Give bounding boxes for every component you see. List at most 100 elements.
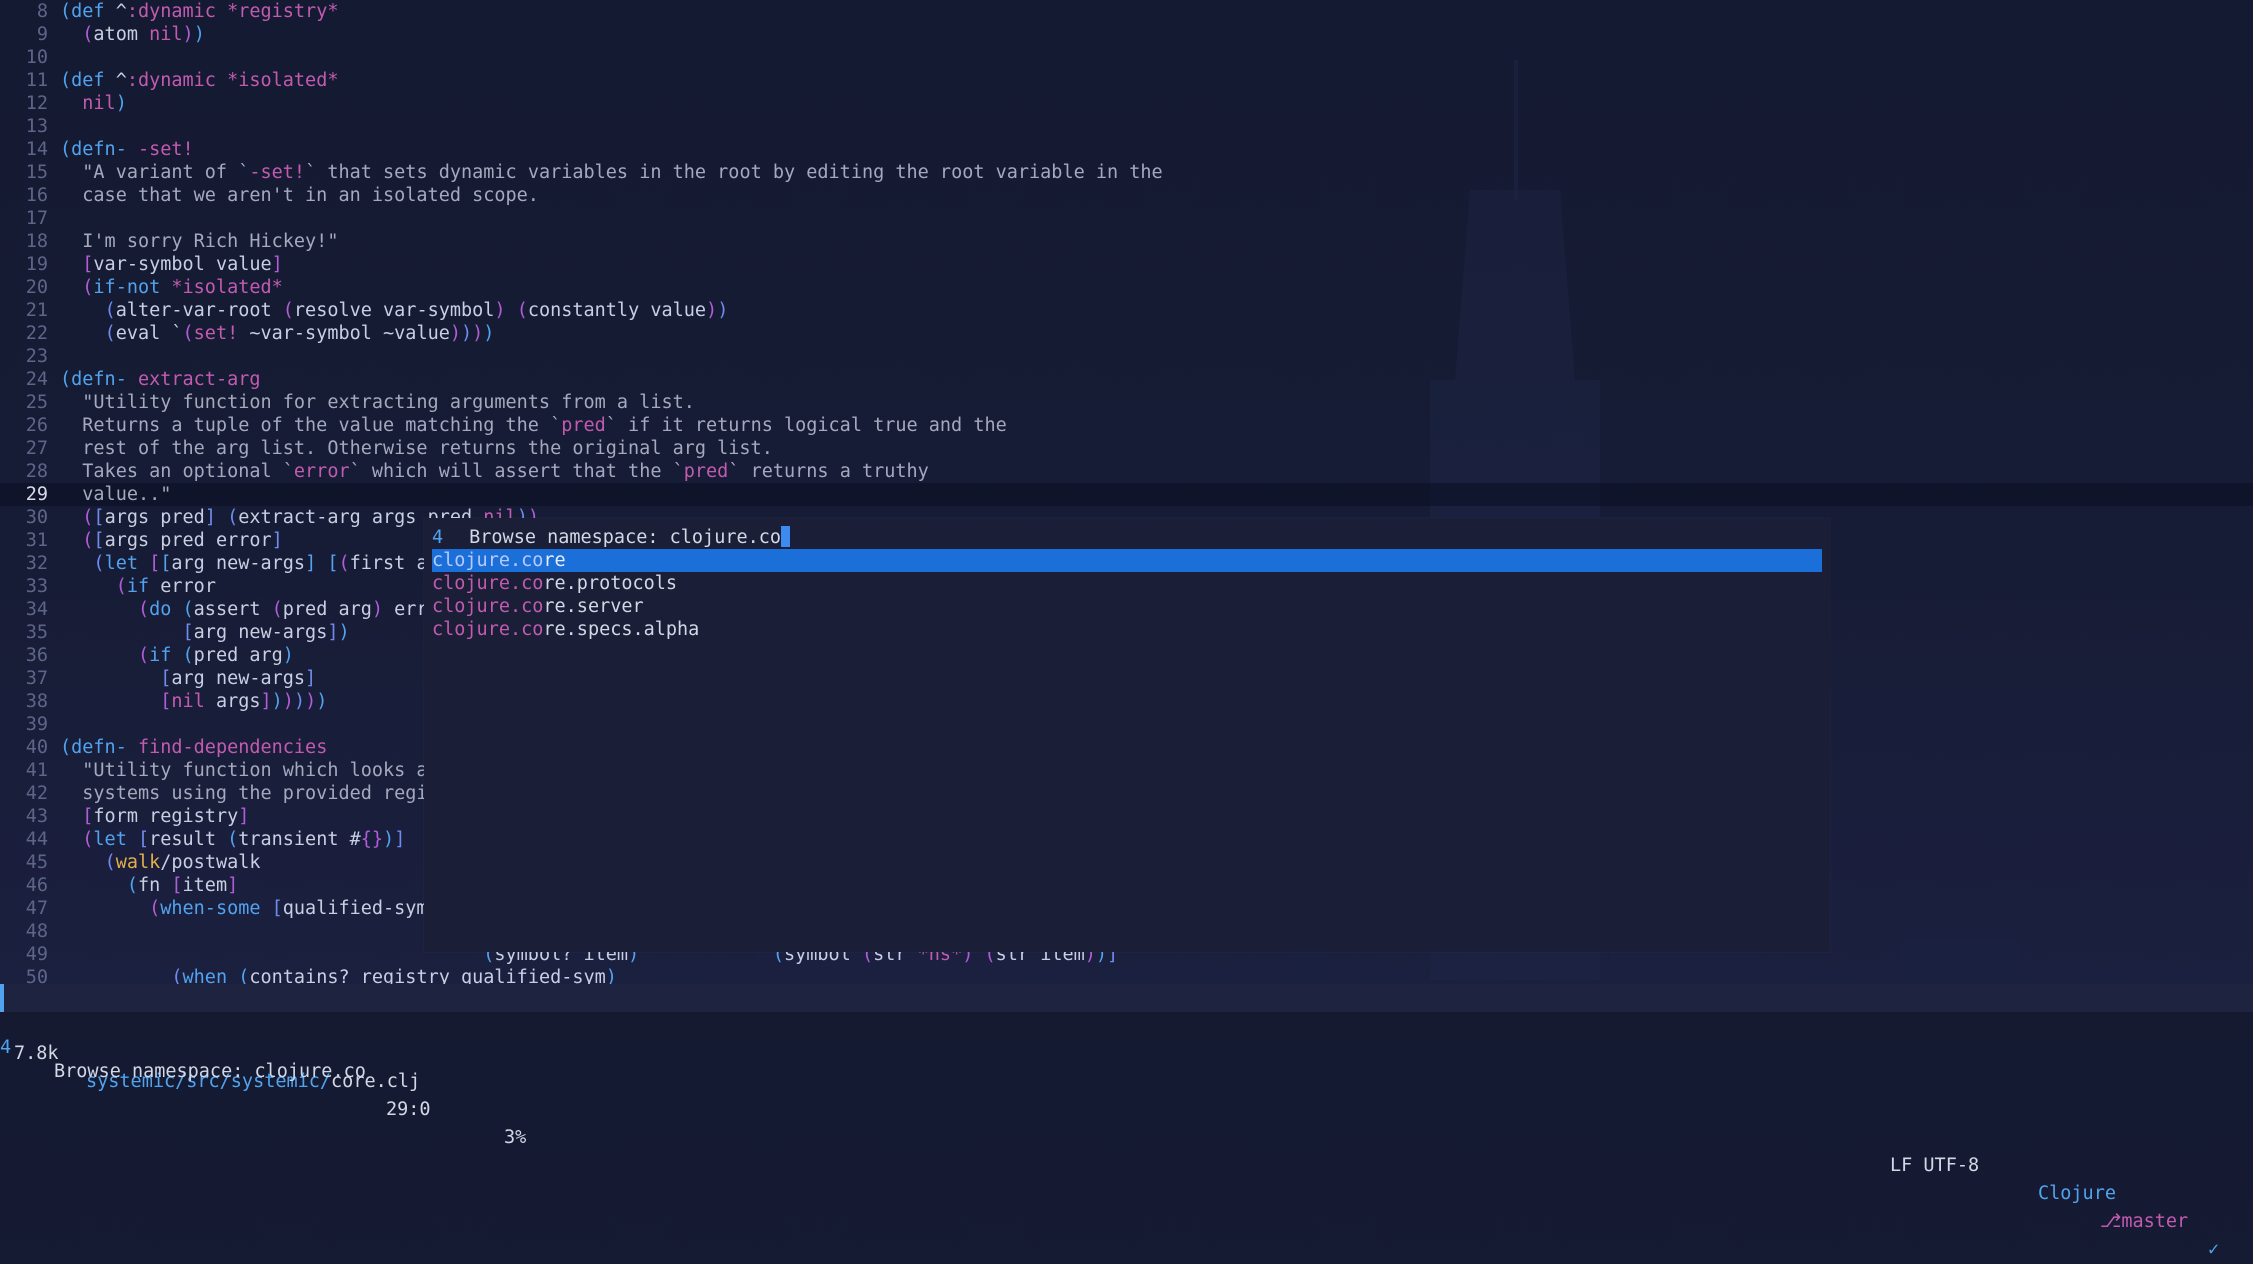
namespace-completion-popup[interactable]: 4 Browse namespace: clojure.co clojure.co… bbox=[424, 518, 1830, 952]
code-line[interactable]: 10 bbox=[0, 46, 2253, 69]
line-number: 46 bbox=[25, 875, 48, 896]
line-code[interactable]: (def ^:dynamic *isolated* bbox=[60, 69, 338, 92]
candidate-match-text: clojure.co bbox=[432, 573, 544, 594]
line-number: 24 bbox=[25, 369, 48, 390]
line-code[interactable]: (let [result (transient #{})] bbox=[60, 828, 405, 851]
line-number: 42 bbox=[25, 783, 48, 804]
code-line[interactable]: 26 Returns a tuple of the value matching… bbox=[0, 414, 2253, 437]
line-code[interactable]: [arg new-args]) bbox=[60, 621, 350, 644]
line-code[interactable]: nil) bbox=[60, 92, 127, 115]
completion-prompt[interactable]: 4 Browse namespace: clojure.co bbox=[432, 526, 791, 549]
candidate-count: 4 bbox=[432, 527, 444, 548]
code-line[interactable]: 28 Takes an optional `error` which will … bbox=[0, 460, 2253, 483]
line-code[interactable]: (if (pred arg) bbox=[60, 644, 294, 667]
line-number: 23 bbox=[25, 346, 48, 367]
code-line[interactable]: 16 case that we aren't in an isolated sc… bbox=[0, 184, 2253, 207]
branch-name: master bbox=[2121, 1211, 2189, 1232]
line-number: 17 bbox=[25, 208, 48, 229]
completion-candidate[interactable]: clojure.core.server bbox=[432, 595, 1822, 618]
code-line[interactable]: 23 bbox=[0, 345, 2253, 368]
line-code[interactable]: (let [[arg new-args] [(first a bbox=[60, 552, 427, 575]
code-line[interactable]: 14 (defn- -set! bbox=[0, 138, 2253, 161]
line-code[interactable]: (defn- -set! bbox=[60, 138, 194, 161]
line-code[interactable]: (do (assert (pred arg) err bbox=[60, 598, 428, 621]
line-number: 34 bbox=[25, 599, 48, 620]
line-number: 21 bbox=[25, 300, 48, 321]
cursor-position: 29:0 bbox=[386, 1099, 431, 1120]
code-line[interactable]: 27 rest of the arg list. Otherwise retur… bbox=[0, 437, 2253, 460]
completion-candidate-selected[interactable]: clojure.core bbox=[432, 549, 1822, 572]
code-line[interactable]: 22 (eval `(set! ~var-symbol ~value)))) bbox=[0, 322, 2253, 345]
code-line[interactable]: 19 [var-symbol value] bbox=[0, 253, 2253, 276]
line-code[interactable]: (fn [item] bbox=[60, 874, 238, 897]
line-code[interactable]: Takes an optional `error` which will ass… bbox=[60, 460, 929, 483]
code-line[interactable]: 24 (defn- extract-arg bbox=[0, 368, 2253, 391]
line-code[interactable]: "A variant of `-set!` that sets dynamic … bbox=[60, 161, 1162, 184]
line-code[interactable]: ([args pred error] bbox=[60, 529, 283, 552]
line-number: 28 bbox=[25, 461, 48, 482]
line-code[interactable]: (defn- find-dependencies bbox=[60, 736, 327, 759]
code-line[interactable]: 11 (def ^:dynamic *isolated* bbox=[0, 69, 2253, 92]
code-line[interactable]: 12 nil) bbox=[0, 92, 2253, 115]
code-line[interactable]: 17 bbox=[0, 207, 2253, 230]
line-code[interactable]: [var-symbol value] bbox=[60, 253, 283, 276]
completion-candidate[interactable]: clojure.core.protocols bbox=[432, 572, 1822, 595]
line-code[interactable]: I'm sorry Rich Hickey!" bbox=[60, 230, 338, 253]
line-code[interactable]: (atom nil)) bbox=[60, 23, 205, 46]
minibuffer-count: 4 bbox=[0, 1037, 12, 1058]
candidate-rest-text: re.specs.alpha bbox=[543, 619, 700, 640]
line-number: 43 bbox=[25, 806, 48, 827]
line-code[interactable]: (if-not *isolated* bbox=[60, 276, 283, 299]
code-line[interactable]: 13 bbox=[0, 115, 2253, 138]
line-code[interactable]: (walk/postwalk bbox=[60, 851, 261, 874]
code-line[interactable]: 9 (atom nil)) bbox=[0, 23, 2253, 46]
code-line[interactable]: 29 value.." bbox=[0, 483, 2253, 506]
code-line[interactable]: 20 (if-not *isolated* bbox=[0, 276, 2253, 299]
line-number: 13 bbox=[25, 116, 48, 137]
minibuffer[interactable]: 4 Browse namespace: clojure.co bbox=[0, 1012, 2253, 1082]
prompt-input[interactable]: clojure.co bbox=[670, 527, 781, 548]
line-code[interactable]: value.." bbox=[60, 483, 171, 506]
line-code[interactable]: [form registry] bbox=[60, 805, 249, 828]
line-code[interactable]: rest of the arg list. Otherwise returns … bbox=[60, 437, 773, 460]
line-code[interactable]: [nil args]))))) bbox=[60, 690, 327, 713]
line-code[interactable]: (def ^:dynamic *registry* bbox=[60, 0, 338, 23]
line-number: 29 bbox=[25, 484, 48, 505]
line-number: 35 bbox=[25, 622, 48, 643]
line-number: 12 bbox=[25, 93, 48, 114]
line-number: 27 bbox=[25, 438, 48, 459]
line-number: 37 bbox=[25, 668, 48, 689]
major-mode[interactable]: Clojure bbox=[2038, 1180, 2116, 1208]
line-code[interactable]: systems using the provided regi bbox=[60, 782, 427, 805]
mode-line: 7.8k systemic/src/systemic/core.clj 29:0… bbox=[0, 984, 2253, 1260]
line-code[interactable]: (defn- extract-arg bbox=[60, 368, 261, 391]
code-line[interactable]: 18 I'm sorry Rich Hickey!" bbox=[0, 230, 2253, 253]
encoding-indicator[interactable]: LF UTF-8 bbox=[1890, 1152, 1979, 1180]
line-code[interactable]: case that we aren't in an isolated scope… bbox=[60, 184, 539, 207]
line-number: 11 bbox=[25, 70, 48, 91]
candidate-match-text: clojure.co bbox=[432, 619, 544, 640]
line-number: 31 bbox=[25, 530, 48, 551]
completion-candidate[interactable]: clojure.core.specs.alpha bbox=[432, 618, 1822, 641]
line-code[interactable]: (alter-var-root (resolve var-symbol) (co… bbox=[60, 299, 729, 322]
code-line[interactable]: 8 (def ^:dynamic *registry* bbox=[0, 0, 2253, 23]
prompt-label: Browse namespace: bbox=[469, 527, 659, 548]
line-code[interactable]: (eval `(set! ~var-symbol ~value)))) bbox=[60, 322, 495, 345]
line-number: 33 bbox=[25, 576, 48, 597]
line-code[interactable]: [arg new-args] bbox=[60, 667, 316, 690]
line-code[interactable]: (when-some [qualified-sym bbox=[60, 897, 427, 920]
line-number: 40 bbox=[25, 737, 48, 758]
line-number: 26 bbox=[25, 415, 48, 436]
git-branch[interactable]: ⎇master bbox=[2100, 1208, 2188, 1236]
candidate-match-text: clojure.co bbox=[432, 550, 544, 571]
minibuffer-text: Browse namespace: clojure.co bbox=[54, 1061, 366, 1082]
code-line[interactable]: 25 "Utility function for extracting argu… bbox=[0, 391, 2253, 414]
line-number: 25 bbox=[25, 392, 48, 413]
line-code[interactable]: "Utility function which looks a bbox=[60, 759, 427, 782]
line-code[interactable]: "Utility function for extracting argumen… bbox=[60, 391, 695, 414]
git-branch-icon: ⎇ bbox=[2100, 1211, 2122, 1232]
line-code[interactable]: (if error bbox=[60, 575, 216, 598]
code-line[interactable]: 21 (alter-var-root (resolve var-symbol) … bbox=[0, 299, 2253, 322]
line-code[interactable]: Returns a tuple of the value matching th… bbox=[60, 414, 1006, 437]
code-line[interactable]: 15 "A variant of `-set!` that sets dynam… bbox=[0, 161, 2253, 184]
